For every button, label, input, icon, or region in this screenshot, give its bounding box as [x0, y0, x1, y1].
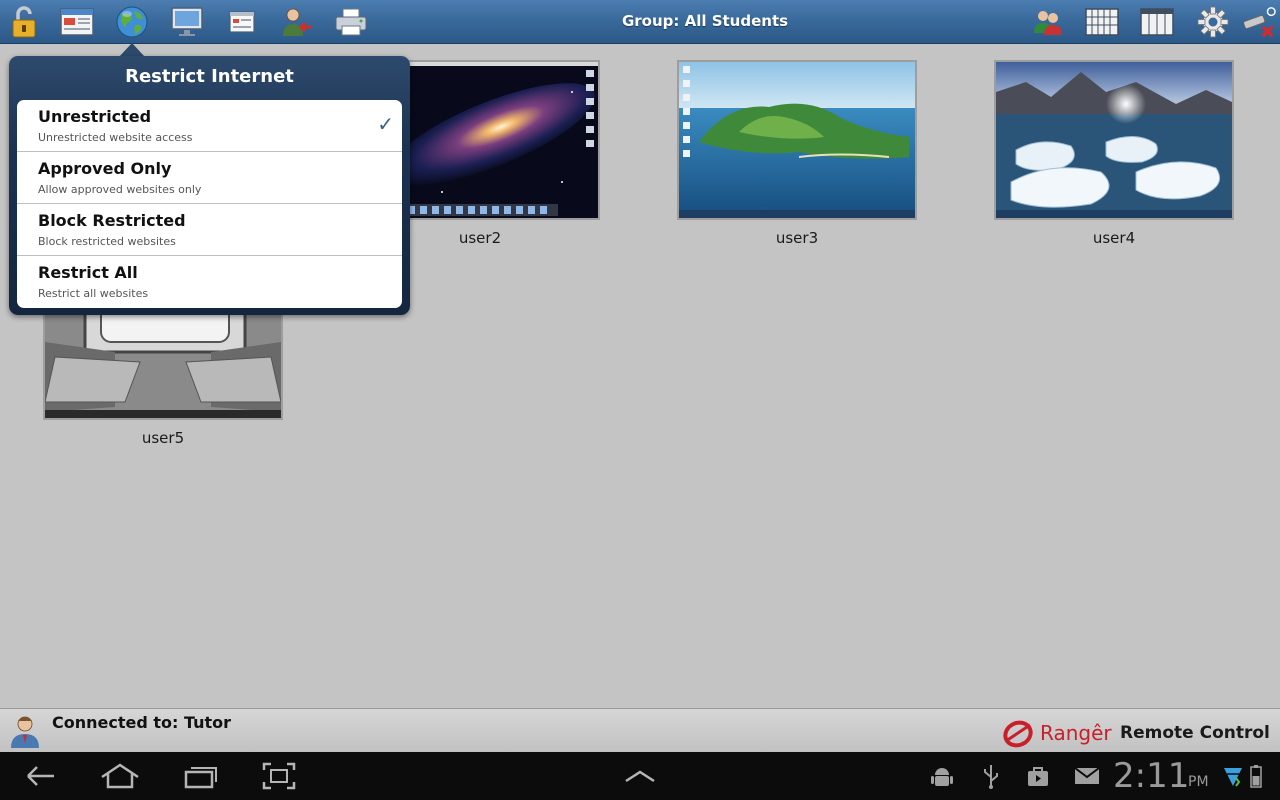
popup-pointer: [119, 43, 145, 57]
ranger-logo-icon: [1003, 720, 1033, 748]
student-thumbnail[interactable]: user3: [677, 60, 917, 247]
option-title: Restrict All: [38, 263, 138, 282]
student-name: user4: [1092, 229, 1136, 247]
android-debug-icon: [928, 760, 956, 792]
users-icon[interactable]: [1030, 4, 1066, 40]
option-subtitle: Unrestricted website access: [38, 131, 193, 144]
recent-apps-icon[interactable]: [182, 760, 220, 792]
option-subtitle: Allow approved websites only: [38, 183, 202, 196]
option-title: Approved Only: [38, 159, 172, 178]
student-thumbnail[interactable]: user4: [994, 60, 1234, 247]
grid-small-icon[interactable]: [1139, 4, 1175, 40]
system-navigation-bar: 2:11 PM: [0, 752, 1280, 800]
checkmark-icon: ✓: [377, 112, 394, 136]
top-toolbar: Group: All Students: [0, 0, 1280, 44]
application-icon[interactable]: [224, 4, 260, 40]
option-title: Block Restricted: [38, 211, 186, 230]
brand-logo: Rangêr Remote Control: [1000, 719, 1280, 749]
student-name: user3: [775, 229, 819, 247]
option-block-restricted[interactable]: Block Restricted Block restricted websit…: [17, 204, 402, 256]
clock-ampm: PM: [1188, 774, 1209, 790]
gear-icon[interactable]: [1195, 4, 1231, 40]
option-unrestricted[interactable]: Unrestricted Unrestricted website access…: [17, 100, 402, 152]
clock-time[interactable]: 2:11: [1113, 758, 1189, 794]
disconnect-icon[interactable]: [1240, 4, 1276, 40]
option-subtitle: Restrict all websites: [38, 287, 149, 300]
connection-status: Connected to: Tutor: [52, 713, 232, 732]
back-icon[interactable]: [22, 760, 58, 792]
brand-subtitle: Remote Control: [1120, 723, 1270, 743]
desktop-preview[interactable]: [994, 60, 1234, 220]
usb-icon: [977, 760, 1005, 792]
restrict-internet-popup: Restrict Internet Unrestricted Unrestric…: [9, 56, 410, 315]
status-bar: Connected to: Tutor Rangêr Remote Contro…: [0, 708, 1280, 752]
wifi-signal-icon: [1222, 760, 1244, 792]
home-icon[interactable]: [98, 760, 142, 792]
restriction-options: Unrestricted Unrestricted website access…: [17, 100, 402, 308]
brand-name: Rangêr: [1040, 721, 1112, 745]
popup-title: Restrict Internet: [125, 66, 294, 87]
screenshot-icon[interactable]: [260, 760, 298, 792]
option-approved-only[interactable]: Approved Only Allow approved websites on…: [17, 152, 402, 204]
monitor-icon[interactable]: [169, 4, 205, 40]
tutor-avatar-icon: [9, 713, 41, 749]
printer-icon[interactable]: [333, 4, 369, 40]
chevron-up-icon[interactable]: [620, 760, 660, 792]
desktop-preview[interactable]: [677, 60, 917, 220]
padlock-icon[interactable]: [6, 4, 42, 40]
remove-user-icon[interactable]: [278, 4, 314, 40]
student-name: user5: [141, 429, 185, 447]
option-subtitle: Block restricted websites: [38, 235, 176, 248]
grid-large-icon[interactable]: [1084, 4, 1120, 40]
option-restrict-all[interactable]: Restrict All Restrict all websites: [17, 256, 402, 308]
group-title: Group: All Students: [621, 12, 789, 30]
globe-icon[interactable]: [114, 4, 150, 40]
mail-icon: [1072, 760, 1102, 792]
option-title: Unrestricted: [38, 107, 152, 126]
store-bag-icon: [1024, 760, 1052, 792]
browser-window-icon[interactable]: [59, 4, 95, 40]
battery-icon: [1248, 760, 1264, 792]
